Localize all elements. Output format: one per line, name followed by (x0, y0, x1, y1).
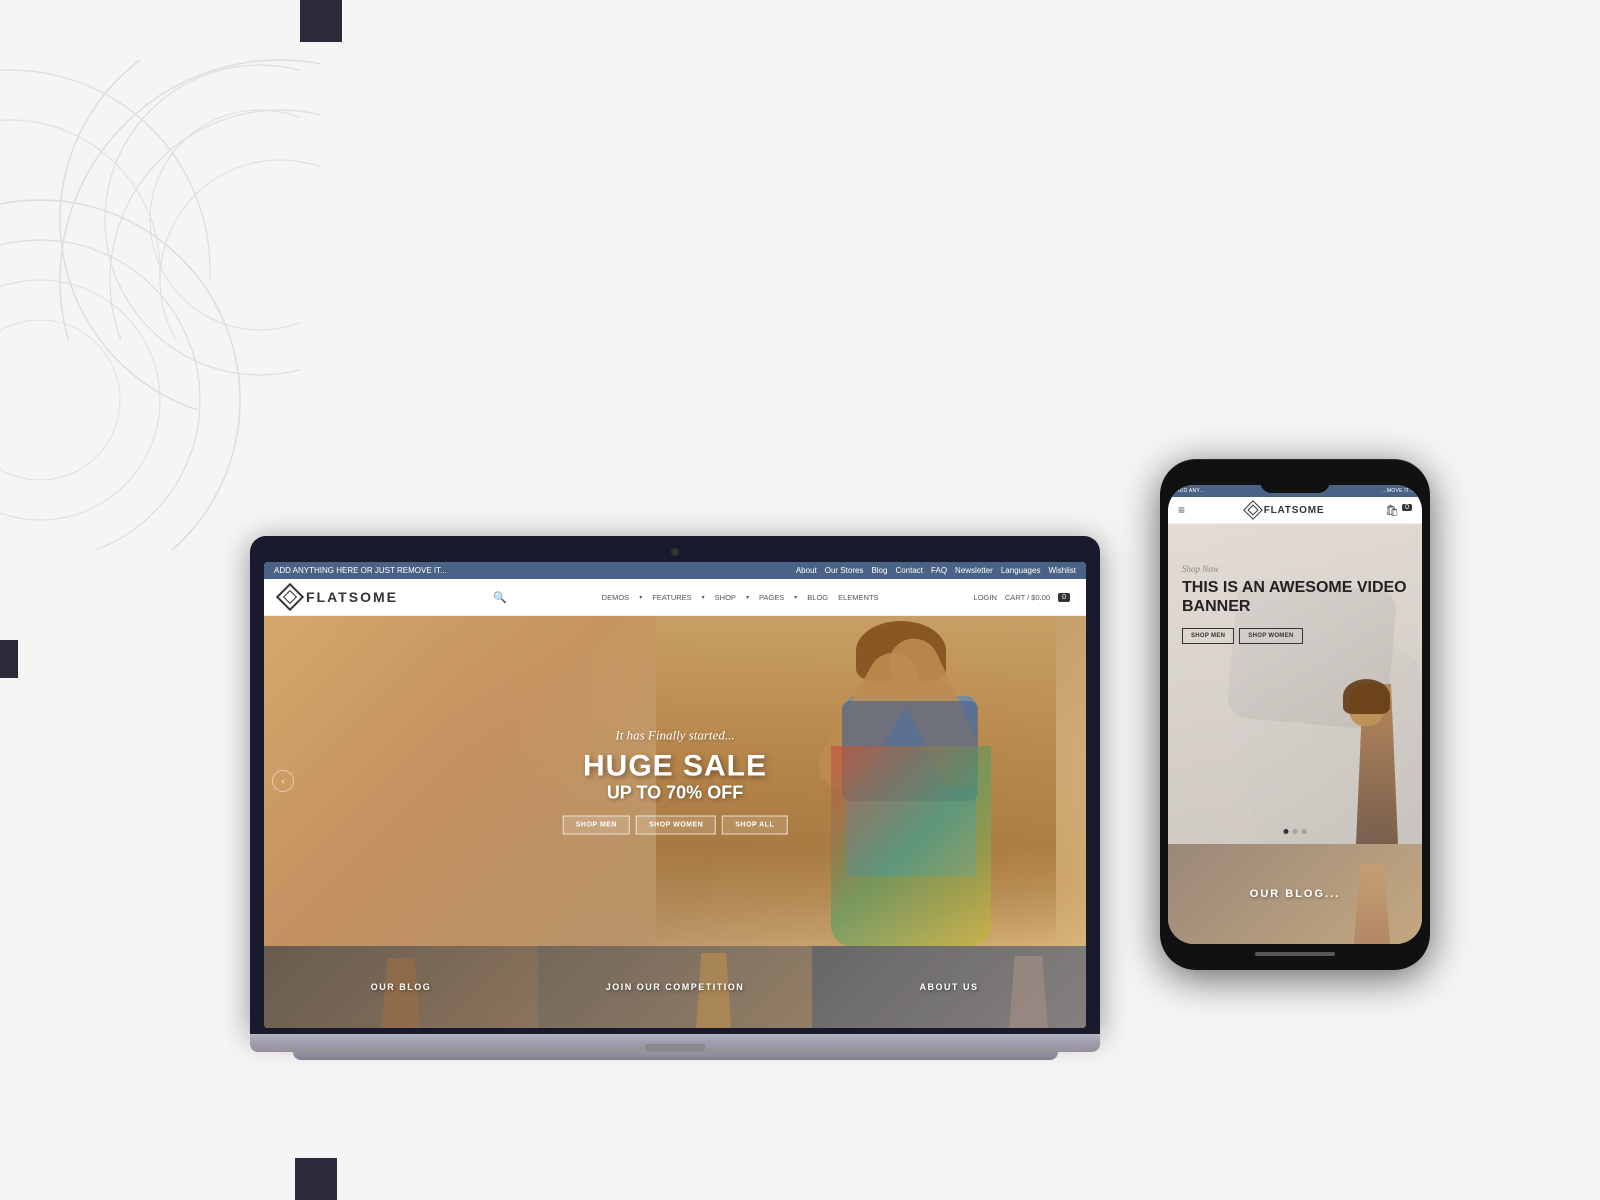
phone-outer: ADD ANY... ...MOVE IT... ≡ FLATSOME 🛍 0 (1160, 459, 1430, 970)
login-link[interactable]: LOGIN (974, 593, 997, 602)
phone-dots-indicator (1284, 829, 1307, 834)
hero-subtitle: It has Finally started... (563, 728, 788, 744)
phone-hero: Shop Now THIS IS AN AWESOME VIDEO BANNER… (1168, 524, 1422, 844)
site-cart-area: LOGIN CART / $0.00 0 (974, 593, 1070, 602)
topbar-faq[interactable]: FAQ (931, 566, 947, 575)
bottom-cards: OUR BLOG JOIN OUR COMPETITION ABOUT US (264, 946, 1086, 1028)
shop-women-button[interactable]: SHOP WOMEN (636, 816, 716, 835)
card-competition[interactable]: JOIN OUR COMPETITION (538, 946, 812, 1028)
nav-pages[interactable]: PAGES (759, 593, 784, 602)
phone-cart-count: 0 (1402, 504, 1412, 511)
phone-blog-section[interactable]: OUR BLOG... (1168, 844, 1422, 944)
phone-logo-text: FLATSOME (1264, 505, 1325, 516)
card-blog[interactable]: OUR BLOG (264, 946, 538, 1028)
phone: ADD ANY... ...MOVE IT... ≡ FLATSOME 🛍 0 (1160, 459, 1430, 970)
topbar-wishlist[interactable]: Wishlist (1048, 566, 1076, 575)
laptop-hinge (645, 1044, 705, 1052)
site-logo: FLATSOME (280, 587, 398, 607)
card-about-label: ABOUT US (920, 982, 979, 992)
phone-screen: ADD ANY... ...MOVE IT... ≡ FLATSOME 🛍 0 (1168, 485, 1422, 944)
phone-logo: FLATSOME (1246, 503, 1325, 517)
topbar-blog[interactable]: Blog (871, 566, 887, 575)
phone-cart-icon[interactable]: 🛍 0 (1385, 504, 1412, 517)
phone-hero-title: THIS IS AN AWESOME VIDEO BANNER (1182, 578, 1422, 616)
nav-shop[interactable]: SHOP (715, 593, 736, 602)
topbar-stores[interactable]: Our Stores (825, 566, 864, 575)
hero-banner: It has Finally started... HUGE SALE UP T… (264, 616, 1086, 946)
phone-logo-icon (1243, 500, 1263, 520)
laptop: ADD ANYTHING HERE OR JUST REMOVE IT... A… (250, 536, 1100, 1060)
dot-1 (1284, 829, 1289, 834)
topbar-contact[interactable]: Contact (895, 566, 923, 575)
phone-topbar-left: ADD ANY... (1176, 488, 1204, 494)
main-nav: DEMOS▾ FEATURES▾ SHOP▾ PAGES▾ BLOG ELEME… (602, 593, 879, 602)
laptop-screen-inner: ADD ANYTHING HERE OR JUST REMOVE IT... A… (264, 562, 1086, 1028)
laptop-topbar: ADD ANYTHING HERE OR JUST REMOVE IT... A… (264, 562, 1086, 579)
cart-text[interactable]: CART / $0.00 (1005, 593, 1050, 602)
nav-features[interactable]: FEATURES (652, 593, 691, 602)
nav-blog[interactable]: BLOG (807, 593, 828, 602)
laptop-stand (293, 1052, 1058, 1060)
topbar-nav: About Our Stores Blog Contact FAQ Newsle… (796, 566, 1076, 575)
phone-hero-text: Shop Now THIS IS AN AWESOME VIDEO BANNER… (1182, 564, 1422, 644)
topbar-left-text: ADD ANYTHING HERE OR JUST REMOVE IT... (274, 566, 447, 575)
card-about[interactable]: ABOUT US (812, 946, 1086, 1028)
cart-badge: 0 (1058, 593, 1070, 602)
card-comp-label: JOIN OUR COMPETITION (606, 982, 745, 992)
hero-text-content: It has Finally started... HUGE SALE UP T… (563, 728, 788, 835)
hero-title-line1: HUGE SALE (563, 750, 788, 783)
laptop-header: FLATSOME 🔍 DEMOS▾ FEATURES▾ SHOP▾ PAGES▾… (264, 579, 1086, 616)
dress-shape (831, 746, 991, 946)
phone-notch (1260, 473, 1330, 493)
phone-shop-now: Shop Now (1182, 564, 1422, 574)
topbar-about[interactable]: About (796, 566, 817, 575)
hero-title-line2: UP TO 70% OFF (563, 783, 788, 804)
phone-blog-label: OUR BLOG... (1250, 888, 1340, 900)
logo-text: FLATSOME (306, 589, 398, 605)
topbar-newsletter[interactable]: Newsletter (955, 566, 993, 575)
hero-buttons: SHOP MEN SHOP WOMEN SHOP ALL (563, 816, 788, 835)
hero-prev-arrow[interactable]: ‹ (272, 770, 294, 792)
phone-blog-figure-bg (1342, 864, 1402, 944)
phone-shop-men-btn[interactable]: SHOP MEN (1182, 628, 1234, 644)
shop-all-button[interactable]: SHOP ALL (722, 816, 787, 835)
phone-hero-buttons: SHOP MEN SHOP WOMEN (1182, 628, 1422, 644)
card-blog-label: OUR BLOG (371, 982, 432, 992)
phone-home-indicator (1255, 952, 1335, 956)
laptop-base (250, 1034, 1100, 1052)
dot-2 (1293, 829, 1298, 834)
main-scene: ADD ANYTHING HERE OR JUST REMOVE IT... A… (0, 0, 1600, 1200)
nav-demos[interactable]: DEMOS (602, 593, 630, 602)
devices-container: ADD ANYTHING HERE OR JUST REMOVE IT... A… (250, 140, 1350, 1060)
shop-men-button[interactable]: SHOP MEN (563, 816, 630, 835)
site-search-icon[interactable]: 🔍 (493, 591, 507, 604)
logo-icon (276, 583, 304, 611)
phone-header: ≡ FLATSOME 🛍 0 (1168, 497, 1422, 524)
phone-shop-women-btn[interactable]: SHOP WOMEN (1239, 628, 1302, 644)
dot-3 (1302, 829, 1307, 834)
phone-topbar-right: ...MOVE IT... (1382, 488, 1414, 494)
phone-hair (1343, 679, 1390, 714)
topbar-languages[interactable]: Languages (1001, 566, 1041, 575)
laptop-camera (671, 548, 679, 556)
laptop-screen-outer: ADD ANYTHING HERE OR JUST REMOVE IT... A… (250, 536, 1100, 1034)
phone-hamburger-icon[interactable]: ≡ (1178, 503, 1185, 517)
nav-elements[interactable]: ELEMENTS (838, 593, 878, 602)
